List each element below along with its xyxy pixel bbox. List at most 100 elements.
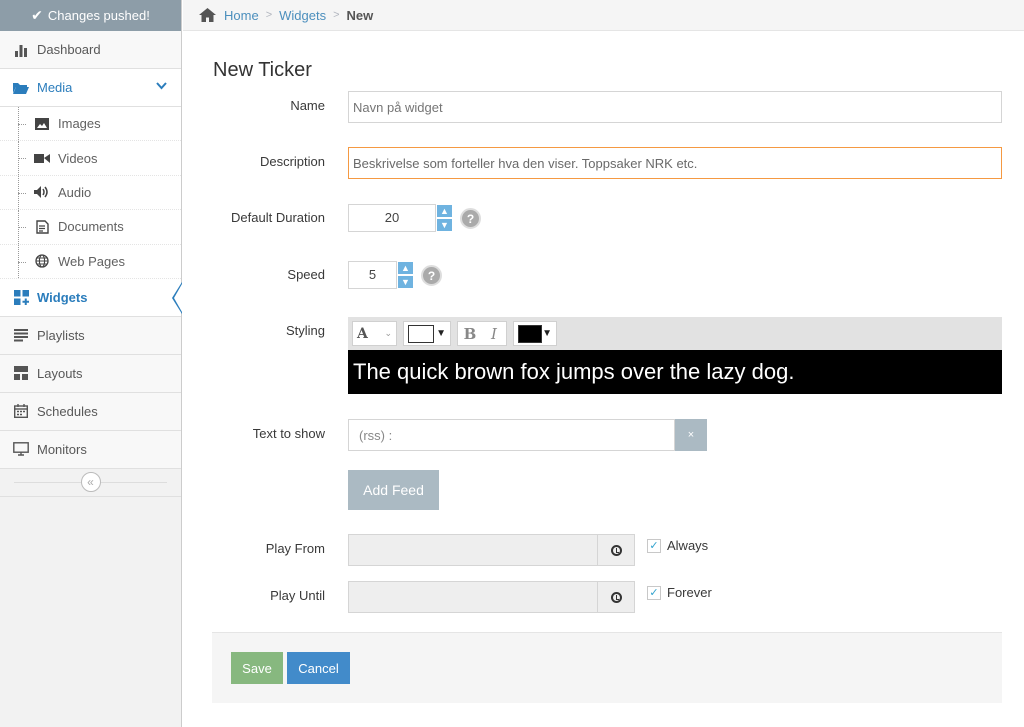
changes-pushed-notice: ✔ Changes pushed! [0,0,181,31]
sidebar-item-dashboard[interactable]: Dashboard [0,31,181,69]
description-label: Description [259,154,325,169]
save-button[interactable]: Save [231,652,283,684]
cancel-button[interactable]: Cancel [287,652,350,684]
sidebar-item-playlists[interactable]: Playlists [0,316,181,355]
background-color-picker[interactable]: ▼ [403,321,451,346]
sidebar-item-label: Layouts [37,365,83,381]
sidebar-subitem-label: Images [58,116,101,132]
sidebar-item-media[interactable]: Media [0,69,181,107]
clock-icon [610,591,622,603]
image-icon [34,116,50,132]
breadcrumb-current: New [346,7,374,23]
bar-chart-icon [12,41,30,59]
play-until-time-button[interactable] [597,581,635,613]
breadcrumb-home-link[interactable]: Home [224,8,259,23]
notice-text: Changes pushed! [47,8,150,23]
sidebar-subitem-videos[interactable]: Videos [0,141,181,176]
volume-icon [34,184,50,200]
widgets-icon [12,288,30,306]
sidebar-subitem-images[interactable]: Images [0,107,181,142]
home-icon[interactable] [199,8,216,22]
always-label: Always [667,538,709,553]
sidebar-subitem-label: Documents [58,219,124,235]
active-marker [172,281,182,314]
chevron-right-icon: > [333,9,340,21]
forever-label: Forever [667,585,712,600]
play-from-time-button[interactable] [597,534,635,566]
sidebar-collapse: « [0,468,181,497]
document-icon [34,219,50,235]
page-title: New Ticker [213,59,312,81]
duration-decrement-button[interactable]: ▼ [436,218,453,232]
sidebar-subitem-label: Videos [58,150,98,166]
duration-spin-buttons: ▲ ▼ [436,204,453,232]
italic-button[interactable]: I [482,325,506,343]
speed-input[interactable]: 5 [348,261,397,289]
duration-input[interactable]: 20 [348,204,436,232]
always-checkbox-wrap[interactable]: ✓ Always [647,538,708,553]
play-until-input[interactable] [348,581,598,613]
styling-toolbar: A ⌄ ▼ B I ▼ [348,317,1002,350]
speed-increment-button[interactable]: ▲ [397,261,414,275]
sidebar-item-monitors[interactable]: Monitors [0,430,181,469]
feed-input[interactable]: (rss) : [348,419,675,451]
sidebar-item-label: Monitors [37,441,87,457]
collapse-sidebar-button[interactable]: « [80,472,101,493]
speed-decrement-button[interactable]: ▼ [397,275,414,289]
sidebar-item-label: Media [37,80,73,95]
font-icon: A [357,325,368,342]
chevron-down-icon: ⌄ [384,328,392,338]
play-from-input[interactable] [348,534,598,566]
sidebar-subitem-audio[interactable]: Audio [0,175,181,211]
clock-icon [610,544,622,556]
add-feed-button[interactable]: Add Feed [348,470,439,510]
description-input[interactable] [348,147,1002,179]
caret-down-icon: ▼ [436,328,446,339]
sidebar: ✔ Changes pushed! Dashboard Media Images… [0,0,182,727]
duration-spinner: 20 ▲ ▼ [348,204,453,232]
calendar-icon [12,402,30,420]
sidebar-item-layouts[interactable]: Layouts [0,354,181,393]
sidebar-item-label: Dashboard [37,42,101,57]
sidebar-subitem-label: Web Pages [58,253,125,269]
name-label: Name [290,98,325,113]
monitor-icon [12,440,30,458]
play-from-label: Play From [265,541,325,556]
video-icon [34,150,50,166]
text-to-show-label: Text to show [252,426,325,441]
sidebar-item-widgets[interactable]: Widgets [0,278,182,317]
remove-feed-button[interactable]: × [675,419,707,451]
sidebar-item-label: Schedules [37,403,98,419]
breadcrumb-widgets-link[interactable]: Widgets [279,8,326,23]
globe-icon [34,253,50,269]
folder-open-icon [12,79,30,97]
sidebar-subitem-label: Audio [58,184,92,200]
sidebar-item-schedules[interactable]: Schedules [0,392,181,431]
sidebar-item-label: Widgets [37,289,88,305]
ticker-preview: The quick brown fox jumps over the lazy … [348,350,1002,394]
layout-icon [12,364,30,382]
text-color-swatch [518,324,542,343]
speed-help-icon[interactable]: ? [421,265,442,286]
forever-checkbox-wrap[interactable]: ✓ Forever [647,585,712,600]
speed-spinner: 5 ▲ ▼ [348,261,414,289]
background-color-swatch [408,324,434,343]
duration-help-icon[interactable]: ? [460,208,481,229]
chevron-down-icon[interactable] [156,82,167,93]
speed-label: Speed [287,267,325,282]
speed-spin-buttons: ▲ ▼ [397,261,414,289]
font-size-dropdown[interactable]: A ⌄ [352,321,397,346]
sidebar-subitem-web-pages[interactable]: Web Pages [0,244,181,279]
chevron-right-icon: > [265,9,273,21]
breadcrumb: Home > Widgets > New [183,0,1024,31]
check-icon: ✔ [31,7,43,23]
duration-increment-button[interactable]: ▲ [436,204,453,218]
bold-button[interactable]: B [458,325,482,343]
text-format-group: B I [457,321,507,346]
forever-checkbox[interactable]: ✓ [647,585,661,600]
always-checkbox[interactable]: ✓ [647,538,661,553]
text-color-picker[interactable]: ▼ [513,321,557,346]
list-icon [12,326,30,344]
sidebar-subitem-documents[interactable]: Documents [0,210,181,245]
name-input[interactable] [348,91,1002,123]
